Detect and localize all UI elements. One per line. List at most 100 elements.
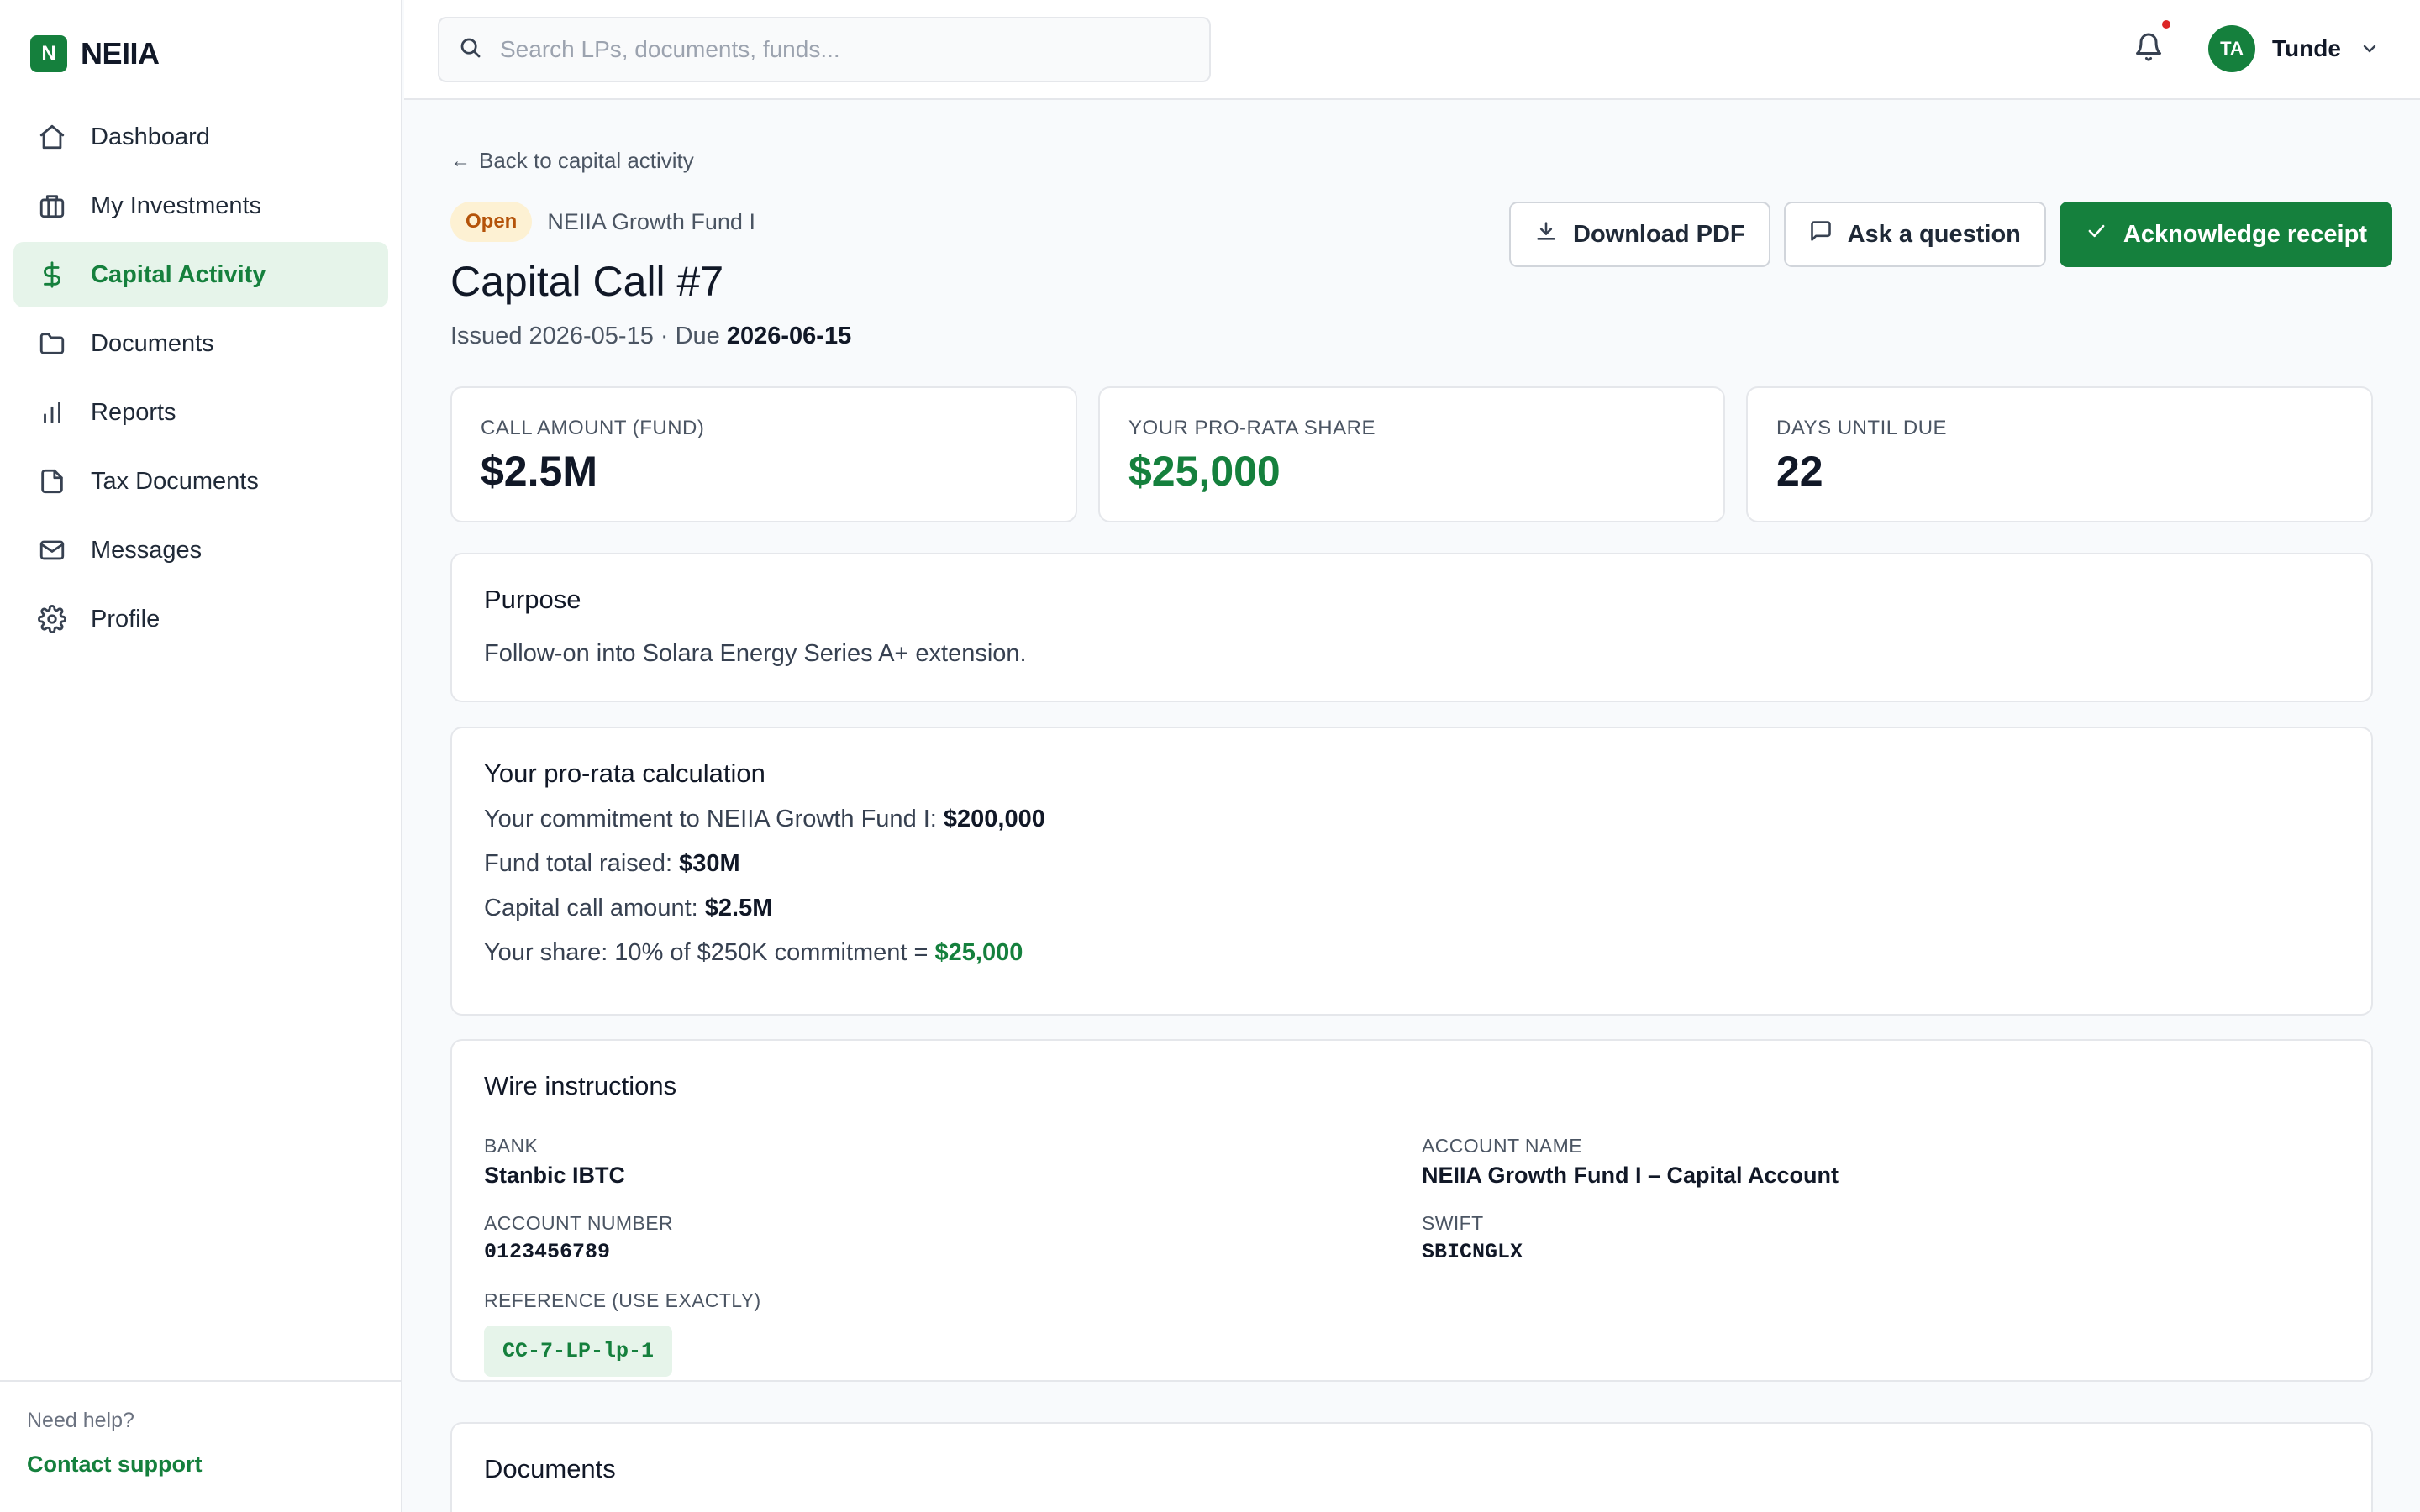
pro-rata-calculation-card: Your pro-rata calculation Your commitmen… [450, 727, 2373, 1016]
search-input[interactable] [500, 36, 1189, 63]
purpose-text: Follow-on into Solara Energy Series A+ e… [484, 640, 1027, 667]
acknowledge-receipt-label: Acknowledge receipt [2123, 220, 2367, 248]
check-icon [2085, 219, 2123, 249]
field-label: ACCOUNT NAME [1422, 1135, 1582, 1157]
brand[interactable]: N NEIIA [30, 35, 160, 72]
wire-field-account-name: ACCOUNT NAME NEIIA Growth Fund I – Capit… [1422, 1135, 1839, 1189]
acknowledge-receipt-button[interactable]: Acknowledge receipt [2059, 202, 2392, 267]
sidebar-item-label: Messages [91, 536, 203, 564]
calc-line-your-share: Your share: 10% of $250K commitment = $2… [484, 939, 2339, 967]
sidebar-item-documents[interactable]: Documents [13, 311, 388, 376]
stats-row: CALL AMOUNT (FUND) $2.5M YOUR PRO-RATA S… [450, 386, 2373, 522]
contact-support-link[interactable]: Contact support [27, 1452, 376, 1478]
folder-icon [37, 328, 67, 359]
dollar-icon [37, 260, 67, 290]
stat-card-pro-rata-share: YOUR PRO-RATA SHARE $25,000 [1098, 386, 1725, 522]
stat-label: YOUR PRO-RATA SHARE [1128, 417, 1376, 439]
sidebar-item-label: Capital Activity [91, 260, 266, 288]
briefcase-icon [37, 191, 67, 221]
sidebar-footer: Need help? Contact support [0, 1380, 402, 1478]
sidebar-item-tax-documents[interactable]: Tax Documents [13, 449, 388, 514]
field-label: ACCOUNT NUMBER [484, 1212, 673, 1234]
wire-field-account-number: ACCOUNT NUMBER 0123456789 [484, 1212, 673, 1264]
wire-field-swift: SWIFT SBICNGLX [1422, 1212, 1523, 1264]
calc-line-commitment: Your commitment to NEIIA Growth Fund I: … [484, 806, 2339, 833]
avatar: TA [2208, 25, 2255, 72]
calc-value: $25,000 [934, 939, 1023, 966]
calc-label: Fund total raised: [484, 850, 680, 877]
download-icon [1534, 219, 1573, 249]
purpose-title: Purpose [484, 585, 581, 614]
wire-field-bank: BANK Stanbic IBTC [484, 1135, 625, 1189]
field-value: Stanbic IBTC [484, 1163, 626, 1188]
calc-line-call-amount: Capital call amount: $2.5M [484, 895, 2339, 922]
calculation-title: Your pro-rata calculation [484, 759, 765, 788]
sidebar-nav: Dashboard My Investments Capital Activit… [13, 104, 388, 655]
field-label: SWIFT [1422, 1212, 1484, 1234]
stat-card-days-until-due: DAYS UNTIL DUE 22 [1746, 386, 2373, 522]
notification-dot [2162, 20, 2170, 29]
field-value: 0123456789 [484, 1240, 611, 1264]
stat-value: $25,000 [1128, 448, 1281, 495]
stat-label: CALL AMOUNT (FUND) [481, 417, 705, 439]
sidebar-item-label: Reports [91, 398, 176, 426]
fund-name: NEIIA Growth Fund I [547, 208, 755, 234]
search-icon [458, 35, 483, 65]
issued-text: Issued 2026-05-15 · Due [450, 323, 727, 349]
sidebar-item-dashboard[interactable]: Dashboard [13, 104, 388, 170]
brand-logo: N [30, 35, 67, 72]
page-title: Capital Call #7 [450, 258, 724, 305]
notifications-button[interactable] [2133, 20, 2170, 69]
field-value: SBICNGLX [1422, 1240, 1523, 1264]
due-date: 2026-06-15 [726, 323, 852, 349]
sidebar: N NEIIA Dashboard My Investments Capital… [0, 0, 402, 1512]
top-bar: TA Tunde [404, 0, 2420, 100]
search-box[interactable] [438, 17, 1211, 82]
help-text: Need help? [27, 1409, 134, 1432]
sidebar-item-label: My Investments [91, 192, 262, 219]
wire-instructions-card: Wire instructions BANK Stanbic IBTC ACCO… [450, 1039, 2373, 1382]
sidebar-item-label: Dashboard [91, 123, 210, 150]
ask-question-label: Ask a question [1847, 220, 2021, 248]
message-square-icon [1809, 219, 1848, 249]
gear-icon [37, 604, 67, 634]
sidebar-item-label: Tax Documents [91, 467, 259, 495]
field-label: REFERENCE (USE EXACTLY) [484, 1289, 761, 1311]
download-pdf-label: Download PDF [1573, 220, 1745, 248]
field-value: NEIIA Growth Fund I – Capital Account [1422, 1163, 1839, 1188]
back-link[interactable]: ← Back to capital activity [450, 148, 694, 174]
back-link-label: Back to capital activity [479, 148, 694, 173]
calc-label: Your share: 10% of $250K commitment = [484, 939, 935, 966]
wire-details: BANK Stanbic IBTC ACCOUNT NAME NEIIA Gro… [484, 1101, 2339, 1377]
field-label: BANK [484, 1135, 539, 1157]
purpose-card: Purpose Follow-on into Solara Energy Ser… [450, 553, 2373, 702]
calc-label: Your commitment to NEIIA Growth Fund I: [484, 806, 944, 832]
chevron-down-icon [2360, 39, 2380, 59]
user-menu[interactable]: TA Tunde [2208, 25, 2380, 72]
wire-field-reference: REFERENCE (USE EXACTLY) CC-7-LP-lp-1 [484, 1289, 761, 1377]
page-actions: Download PDF Ask a question Acknowledge … [1509, 202, 2392, 267]
sidebar-item-reports[interactable]: Reports [13, 380, 388, 445]
mail-icon [37, 535, 67, 565]
calc-value: $2.5M [704, 895, 773, 921]
stat-value: $2.5M [481, 448, 597, 495]
bell-icon [2133, 33, 2164, 66]
stat-card-call-amount: CALL AMOUNT (FUND) $2.5M [450, 386, 1077, 522]
sidebar-item-label: Profile [91, 605, 160, 633]
ask-question-button[interactable]: Ask a question [1783, 202, 2046, 267]
home-icon [37, 122, 67, 152]
sidebar-item-profile[interactable]: Profile [13, 586, 388, 652]
reference-code[interactable]: CC-7-LP-lp-1 [484, 1326, 673, 1377]
wire-title: Wire instructions [484, 1071, 677, 1100]
sidebar-item-label: Documents [91, 329, 214, 357]
brand-name: NEIIA [81, 36, 160, 71]
calc-line-fund-total: Fund total raised: $30M [484, 850, 2339, 878]
sidebar-item-my-investments[interactable]: My Investments [13, 173, 388, 239]
documents-card: Documents [450, 1422, 2373, 1512]
status-badge: Open [450, 202, 533, 242]
issue-due-dates: Issued 2026-05-15 · Due 2026-06-15 [450, 323, 851, 350]
file-icon [37, 466, 67, 496]
sidebar-item-capital-activity[interactable]: Capital Activity [13, 242, 388, 307]
download-pdf-button[interactable]: Download PDF [1509, 202, 1770, 267]
sidebar-item-messages[interactable]: Messages [13, 517, 388, 583]
